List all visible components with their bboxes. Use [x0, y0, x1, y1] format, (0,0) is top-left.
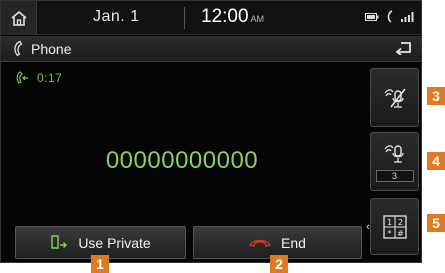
clock-ampm: AM — [250, 14, 265, 24]
microphone-mute-icon — [383, 88, 406, 108]
phone-screen: Jan. 1 12:00 AM Phone 0:17 00000000000 3… — [0, 0, 422, 263]
back-icon — [395, 42, 411, 56]
dial-keypad-icon: 1 2 * # — [382, 214, 407, 239]
call-timer: 0:17 — [37, 71, 63, 85]
battery-icon — [365, 12, 379, 21]
callout-3: 3 — [427, 87, 445, 105]
private-handset-icon — [51, 234, 68, 249]
status-time: 12:00 AM — [201, 6, 264, 28]
bluetooth-phone-icon — [387, 10, 393, 23]
svg-text:1: 1 — [386, 218, 391, 227]
home-button[interactable] — [1, 1, 37, 35]
svg-text:#: # — [397, 229, 404, 238]
end-call-label: End — [281, 234, 306, 251]
active-call-icon — [16, 71, 28, 84]
phone-number: 00000000000 — [105, 147, 259, 174]
status-bar: Jan. 1 12:00 AM — [1, 1, 421, 35]
status-date: Jan. 1 — [93, 8, 140, 25]
callout-2: 2 — [270, 255, 288, 273]
callout-1: 1 — [91, 255, 109, 273]
callout-5: 5 — [427, 214, 445, 232]
status-divider — [184, 7, 185, 29]
phone-handset-icon — [14, 40, 23, 57]
microphone-volume-button[interactable]: 3 — [370, 132, 419, 191]
keypad-button[interactable]: 1 2 * # — [370, 198, 419, 255]
page-title: Phone — [31, 41, 72, 57]
svg-text:2: 2 — [397, 218, 402, 227]
status-icons — [365, 10, 415, 23]
signal-strength-icon — [401, 11, 414, 22]
use-private-label: Use Private — [78, 234, 151, 251]
back-button[interactable] — [395, 40, 413, 60]
microphone-volume-icon — [383, 144, 404, 163]
microphone-volume-value: 3 — [375, 169, 414, 182]
call-area: 0:17 00000000000 — [1, 63, 363, 223]
callout-4: 4 — [427, 152, 445, 170]
title-bar: Phone — [1, 36, 421, 62]
clock-time: 12:00 — [201, 6, 249, 27]
mute-microphone-button[interactable] — [370, 68, 419, 127]
call-status: 0:17 — [15, 71, 62, 85]
svg-text:*: * — [387, 229, 391, 238]
home-icon — [10, 10, 27, 26]
end-call-icon — [249, 239, 272, 247]
